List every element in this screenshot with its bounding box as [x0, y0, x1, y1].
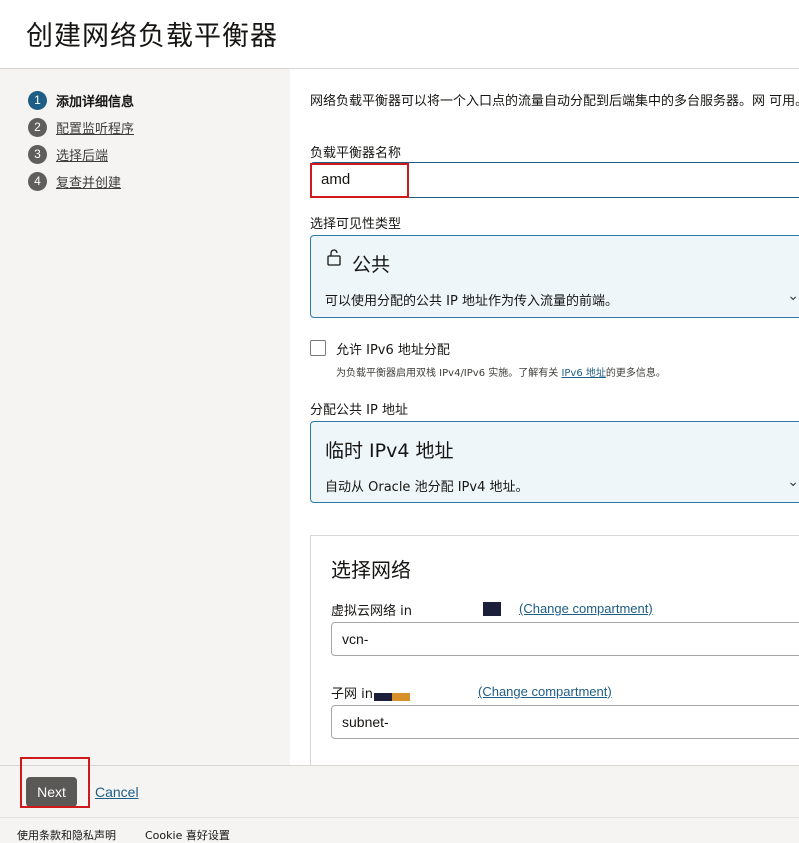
public-ip-option-ephemeral[interactable]: 临时 IPv4 地址 自动从 Oracle 池分配 IPv4 地址。 ⌄ [310, 421, 799, 503]
redaction-block [374, 693, 392, 701]
step-add-details[interactable]: 1 添加详细信息 [28, 90, 134, 110]
ipv6-label: 允许 IPv6 地址分配 [336, 343, 450, 358]
vcn-label: 虚拟云网络 in [331, 604, 412, 619]
step-review-create[interactable]: 4 复查并创建 [28, 171, 121, 191]
step-number: 1 [28, 90, 47, 110]
step-label[interactable]: 复查并创建 [56, 172, 121, 191]
subnet-change-compartment-link[interactable]: (Change compartment) [478, 684, 612, 699]
public-ip-title: 临时 IPv4 地址 [325, 440, 454, 462]
subnet-label: 子网 in [331, 687, 373, 702]
intro-text: 网络负载平衡器可以将一个入口点的流量自动分配到后端集中的多台服务器。网 可用。 [310, 94, 799, 109]
visibility-title: 公共 [352, 254, 391, 276]
public-ip-label: 分配公共 IP 地址 [310, 403, 408, 418]
ipv6-help: 为负载平衡器启用双栈 IPv4/IPv6 实施。了解有关 IPv6 地址的更多信… [336, 364, 666, 379]
wizard-steps: 1 添加详细信息 2 配置监听程序 3 选择后端 4 复查并创建 [0, 69, 290, 765]
vcn-change-compartment-link[interactable]: (Change compartment) [519, 601, 653, 616]
subnet-select[interactable]: subnet- [331, 705, 799, 739]
step-number: 2 [28, 117, 47, 137]
terms-privacy-link[interactable]: 使用条款和隐私声明 [17, 827, 116, 843]
next-button[interactable]: Next [26, 777, 77, 807]
page-footer: 使用条款和隐私声明 Cookie 喜好设置 [0, 817, 799, 843]
load-balancer-name-input[interactable]: amd [310, 162, 799, 198]
name-label: 负载平衡器名称 [310, 146, 402, 161]
cookie-preferences-link[interactable]: Cookie 喜好设置 [145, 827, 230, 843]
step-label[interactable]: 选择后端 [56, 145, 108, 164]
step-number: 4 [28, 171, 47, 191]
cancel-link[interactable]: Cancel [95, 784, 139, 800]
step-label[interactable]: 配置监听程序 [56, 118, 134, 137]
step-label: 添加详细信息 [56, 94, 135, 110]
ipv6-help-suffix: 的更多信息。 [605, 368, 666, 379]
redaction-block [392, 693, 410, 701]
ipv6-help-prefix: 为负载平衡器启用双栈 IPv4/IPv6 实施。了解有关 [336, 368, 559, 379]
network-section: 选择网络 虚拟云网络 in (Change compartment) vcn- … [310, 535, 799, 765]
public-ip-desc: 自动从 Oracle 池分配 IPv4 地址。 [325, 480, 529, 495]
network-section-title: 选择网络 [331, 558, 411, 582]
ipv6-checkbox[interactable] [310, 340, 326, 356]
page-header: 创建网络负载平衡器 [0, 0, 799, 69]
vcn-select[interactable]: vcn- [331, 622, 799, 656]
unlock-icon [326, 248, 342, 270]
step-configure-listener[interactable]: 2 配置监听程序 [28, 117, 134, 137]
chevron-down-icon: ⌄ [787, 474, 799, 490]
visibility-desc: 可以使用分配的公共 IP 地址作为传入流量的前端。 [325, 294, 618, 309]
step-number: 3 [28, 144, 47, 164]
visibility-option-public[interactable]: 公共 可以使用分配的公共 IP 地址作为传入流量的前端。 ⌄ [310, 235, 799, 318]
page-title: 创建网络负载平衡器 [26, 21, 278, 52]
ipv6-help-link[interactable]: IPv6 地址 [561, 368, 605, 379]
wizard-footer: Next Cancel [0, 757, 799, 818]
step-choose-backends[interactable]: 3 选择后端 [28, 144, 108, 164]
chevron-down-icon: ⌄ [787, 288, 799, 304]
visibility-label: 选择可见性类型 [310, 217, 402, 232]
main-form: 网络负载平衡器可以将一个入口点的流量自动分配到后端集中的多台服务器。网 可用。 … [290, 69, 799, 765]
redaction-block [483, 602, 501, 616]
